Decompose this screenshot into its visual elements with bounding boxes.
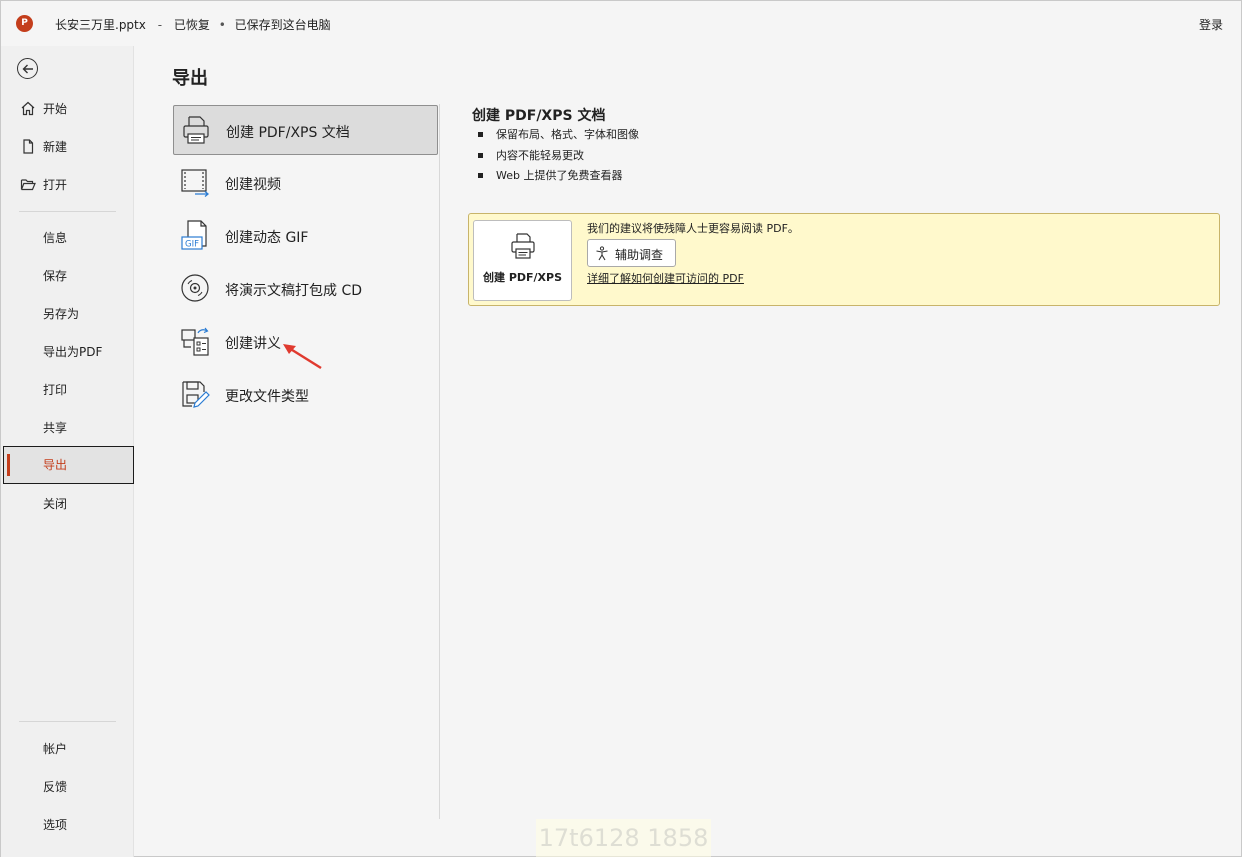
page-title: 导出: [172, 68, 208, 89]
detail-title: 创建 PDF/XPS 文档: [472, 108, 606, 124]
learn-accessible-pdf-link[interactable]: 详细了解如何创建可访问的 PDF: [587, 270, 744, 286]
option-label: 创建 PDF/XPS 文档: [226, 125, 350, 141]
pdf-xps-icon: [183, 116, 209, 144]
nav-item-label: 保存: [43, 269, 68, 283]
create-pdf-xps-button[interactable]: 创建 PDF/XPS: [473, 220, 572, 301]
option-label: 创建动态 GIF: [225, 230, 309, 246]
home-icon: [21, 101, 35, 116]
nav-item-save-as[interactable]: 另存为: [1, 295, 134, 331]
new-file-icon: [23, 139, 34, 154]
nav-item-label: 开始: [43, 102, 68, 116]
nav-item-label: 信息: [43, 231, 68, 245]
title-bar: P 长安三万里.pptx - 已恢复 • 已保存到这台电脑 登录: [1, 1, 1241, 46]
nav-item-label: 另存为: [43, 307, 80, 321]
backstage-nav: 开始 新建 打开 信息 保存 另存为 导出为PDF 打印 共享 导出 关闭 帐户…: [1, 46, 134, 857]
sign-in-button[interactable]: 登录: [1199, 16, 1223, 33]
nav-divider: [19, 721, 116, 722]
change-type-icon: [182, 381, 210, 408]
printer-pdf-icon: [511, 233, 535, 259]
option-change-file-type[interactable]: 更改文件类型: [173, 370, 438, 420]
create-pdf-xps-button-label: 创建 PDF/XPS: [482, 271, 563, 284]
cd-icon: [181, 274, 209, 302]
nav-divider: [19, 211, 116, 212]
recovered-status: 已恢复: [173, 18, 210, 32]
nav-item-label: 导出: [43, 458, 68, 472]
nav-item-label: 共享: [43, 421, 68, 435]
nav-item-label: 关闭: [43, 497, 68, 511]
nav-item-home[interactable]: 开始: [1, 90, 134, 126]
nav-item-open[interactable]: 打开: [1, 166, 134, 202]
option-create-pdf-xps[interactable]: 创建 PDF/XPS 文档: [173, 105, 438, 155]
accessibility-icon: [596, 246, 608, 261]
nav-item-label: 导出为PDF: [43, 345, 103, 359]
nav-item-share[interactable]: 共享: [1, 409, 134, 445]
list-item: Web 上提供了免费查看器: [477, 168, 639, 189]
gif-badge-text: GIF: [185, 240, 199, 250]
notice-text: 我们的建议将使残障人士更容易阅读 PDF。: [587, 222, 799, 235]
nav-item-close[interactable]: 关闭: [1, 485, 134, 521]
nav-item-label: 选项: [43, 818, 68, 832]
nav-item-options[interactable]: 选项: [1, 806, 134, 842]
option-create-video[interactable]: 创建视频: [173, 158, 438, 208]
nav-item-info[interactable]: 信息: [1, 219, 134, 255]
nav-item-new[interactable]: 新建: [1, 128, 134, 164]
annotation-arrow-icon: [283, 344, 322, 370]
detail-bullet-list: 保留布局、格式、字体和图像 内容不能轻易更改 Web 上提供了免费查看器: [477, 127, 639, 189]
window-title: 长安三万里.pptx - 已恢复 • 已保存到这台电脑: [55, 16, 331, 33]
nav-item-account[interactable]: 帐户: [1, 730, 134, 766]
title-bullet: •: [218, 18, 226, 32]
video-icon: [181, 169, 210, 197]
nav-item-label: 打印: [43, 383, 68, 397]
option-label: 创建视频: [225, 177, 281, 193]
nav-item-export-pdf[interactable]: 导出为PDF: [1, 333, 134, 369]
powerpoint-logo-icon: P: [16, 15, 33, 32]
nav-item-feedback[interactable]: 反馈: [1, 768, 134, 804]
powerpoint-window: P 长安三万里.pptx - 已恢复 • 已保存到这台电脑 登录 开始 新建 打…: [0, 0, 1242, 857]
nav-item-label: 打开: [43, 178, 68, 192]
accessibility-check-label: 辅助调查: [615, 248, 664, 262]
watermark: 17t6128 1858: [536, 819, 711, 857]
option-label: 将演示文稿打包成 CD: [225, 283, 363, 299]
nav-item-label: 反馈: [43, 780, 68, 794]
save-status: 已保存到这台电脑: [234, 18, 331, 32]
nav-item-label: 帐户: [43, 742, 68, 756]
file-name: 长安三万里.pptx: [55, 18, 146, 32]
option-create-gif[interactable]: GIF 创建动态 GIF: [173, 211, 438, 261]
nav-item-save[interactable]: 保存: [1, 257, 134, 293]
export-options-list: 创建 PDF/XPS 文档 创建视频 GIF 创建动态 GIF 将演示文稿打包成…: [172, 104, 440, 819]
handout-icon: [181, 327, 209, 356]
back-button[interactable]: [17, 58, 38, 79]
back-arrow-icon: [22, 64, 33, 73]
list-item: 内容不能轻易更改: [477, 148, 639, 169]
folder-open-icon: [20, 179, 36, 191]
nav-item-print[interactable]: 打印: [1, 371, 134, 407]
option-label: 创建讲义: [225, 336, 281, 352]
list-item: 保留布局、格式、字体和图像: [477, 127, 639, 148]
accessibility-notice: 创建 PDF/XPS 我们的建议将使残障人士更容易阅读 PDF。 辅助调查 详细…: [468, 213, 1220, 306]
gif-icon: GIF: [181, 220, 207, 250]
nav-item-label: 新建: [43, 140, 68, 154]
accessibility-check-button[interactable]: 辅助调查: [587, 239, 676, 267]
option-label: 更改文件类型: [225, 389, 309, 405]
title-separator: -: [157, 18, 163, 32]
option-package-cd[interactable]: 将演示文稿打包成 CD: [173, 264, 438, 314]
nav-item-export[interactable]: 导出: [3, 446, 134, 484]
